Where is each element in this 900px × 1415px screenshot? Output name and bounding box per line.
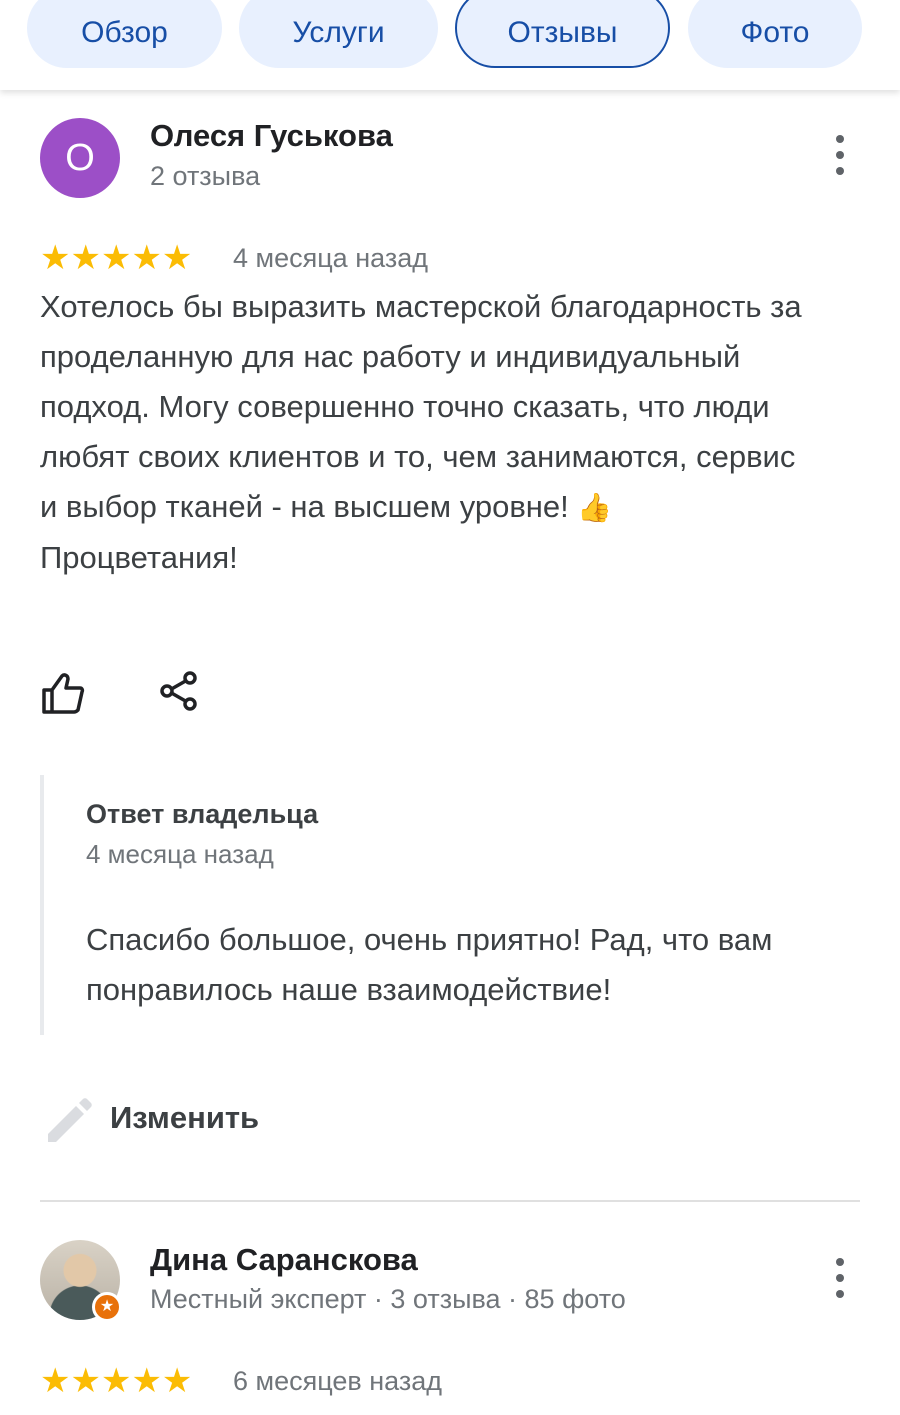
review-text: Хотелось бы выразить мастерской благодар…: [40, 289, 802, 575]
star-rating: ★★★★★: [40, 1362, 193, 1400]
local-guide-star-icon: ★: [92, 1292, 122, 1322]
owner-reply-title: Ответ владельца: [86, 799, 319, 829]
author-meta: 2 отзыва: [150, 161, 261, 191]
owner-reply-text: Спасибо большое, очень приятно! Рад, что…: [86, 922, 773, 1007]
edit-reply-button[interactable]: Изменить: [40, 1090, 259, 1146]
tab-reviews[interactable]: Отзывы: [455, 0, 670, 68]
tab-overview[interactable]: Обзор: [27, 0, 222, 68]
author-name[interactable]: Дина Саранскова: [150, 1242, 418, 1278]
author-avatar[interactable]: ★: [40, 1240, 122, 1322]
thumbs-up-emoji: 👍: [577, 492, 613, 523]
author-name[interactable]: Олеся Гуськова: [150, 118, 393, 154]
review-divider: [40, 1200, 860, 1202]
owner-reply: Ответ владельца 4 месяца назад Спасибо б…: [40, 775, 820, 1035]
share-icon[interactable]: [158, 670, 200, 712]
tab-bar: Обзор Услуги Отзывы Фото: [0, 0, 900, 90]
pencil-icon: [48, 1098, 92, 1142]
author-avatar[interactable]: О: [40, 118, 120, 198]
tab-photos[interactable]: Фото: [688, 0, 862, 68]
more-vert-icon[interactable]: [830, 135, 850, 175]
more-vert-icon[interactable]: [830, 1258, 850, 1298]
review-time: 6 месяцев назад: [233, 1366, 443, 1396]
edit-label: Изменить: [110, 1100, 260, 1135]
owner-reply-time: 4 месяца назад: [86, 839, 274, 869]
tab-services[interactable]: Услуги: [239, 0, 438, 68]
review-time: 4 месяца назад: [233, 243, 428, 273]
star-rating: ★★★★★: [40, 239, 193, 277]
thumb-up-icon[interactable]: [40, 670, 86, 716]
author-meta: Местный эксперт · 3 отзыва · 85 фото: [150, 1284, 626, 1314]
